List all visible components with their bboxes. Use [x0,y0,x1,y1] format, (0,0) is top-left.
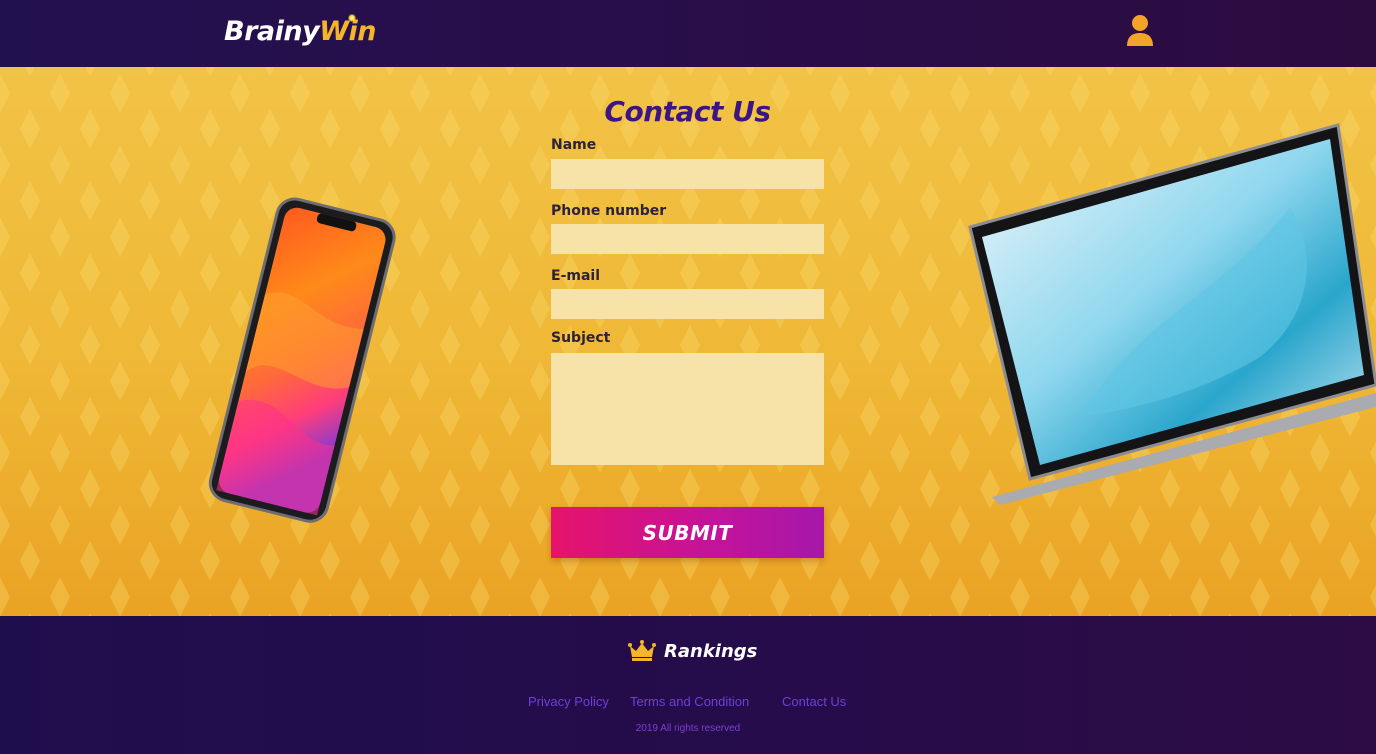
user-account-button[interactable] [1124,14,1156,50]
contact-us-link[interactable]: Contact Us [782,694,846,709]
submit-button[interactable]: SUBMIT [551,507,824,558]
phone-number-label: Phone number [551,203,667,219]
site-footer: Rankings Privacy Policy Terms and Condit… [0,616,1376,754]
name-input[interactable] [551,159,824,189]
privacy-policy-link[interactable]: Privacy Policy [528,694,609,709]
copyright-text: 2019 All rights reserved [635,723,741,734]
email-label: E-mail [551,268,601,284]
rankings-label: Rankings [664,641,758,662]
crown-icon [628,640,656,661]
email-input[interactable] [551,289,824,319]
logo-text-win: Win [319,16,376,47]
site-header: BrainyWin [0,0,1376,67]
contact-us-title: Contact Us [604,95,771,128]
logo-sparkle-icon [348,14,356,22]
terms-and-condition-link[interactable]: Terms and Condition [630,694,749,709]
subject-label: Subject [551,330,611,346]
logo-text-brainy: Brainy [224,16,320,47]
laptop-image [968,123,1376,505]
subject-textarea[interactable] [551,353,824,465]
smartphone-image [208,197,396,523]
name-label: Name [551,137,597,153]
brainywin-logo[interactable]: BrainyWin [224,14,376,50]
user-icon [1127,15,1153,46]
phone-number-input[interactable] [551,224,824,254]
main-content: Contact Us Name Phone number E-mail Subj… [0,67,1376,616]
